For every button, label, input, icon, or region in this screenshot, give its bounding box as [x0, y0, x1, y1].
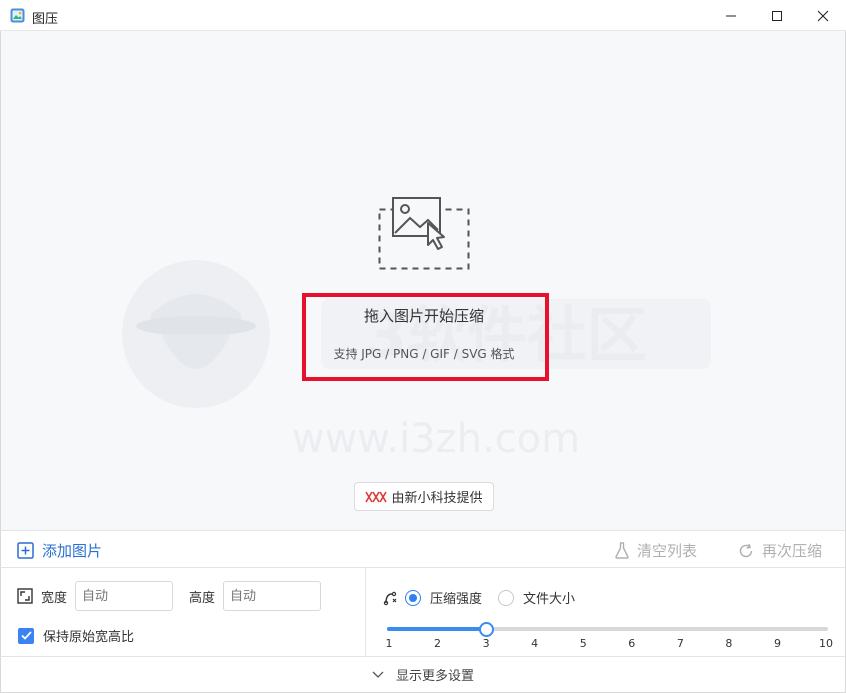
checkmark-icon: [20, 631, 32, 640]
minimize-icon: [726, 15, 736, 16]
chevron-down-icon: [372, 671, 384, 678]
slider-tick-label: 10: [819, 637, 833, 650]
compress-mode-group: 压缩强度 文件大小: [383, 588, 575, 607]
slider-tick-label: 8: [725, 637, 733, 650]
add-image-button[interactable]: 添加图片: [17, 540, 102, 561]
panel-divider: [365, 568, 366, 656]
show-more-label: 显示更多设置: [395, 669, 474, 684]
width-label: 宽度: [41, 590, 68, 606]
compress-strength-slider[interactable]: [387, 622, 828, 638]
slider-tick-label: 4: [531, 637, 539, 650]
slider-thumb[interactable]: [479, 622, 495, 637]
recompress-label: 再次压缩: [762, 542, 823, 560]
clear-list-button[interactable]: 清空列表: [615, 540, 697, 561]
window-title: 图压: [32, 12, 59, 27]
slider-tick-label: 9: [773, 637, 781, 650]
dimension-row: 宽度 高度: [17, 581, 322, 611]
resize-icon: [17, 588, 33, 604]
flask-icon: [615, 542, 629, 559]
slider-fill: [387, 627, 487, 631]
slider-tick-label: 5: [579, 637, 587, 650]
settings-panel: 宽度 高度 保持原始宽高比 压缩强度 文件大小 1 2 3 4 5 6 7 8 9 10: [0, 568, 846, 656]
provider-label: 由新小科技提供: [391, 491, 483, 506]
maximize-icon: [772, 10, 782, 21]
image-drop-zone[interactable]: 3软件社区 www.i3zh.com 拖入图片开始压缩 支持 JPG / PNG…: [0, 31, 846, 530]
height-input[interactable]: [223, 581, 322, 611]
keep-ratio-option[interactable]: 保持原始宽高比: [18, 626, 134, 645]
drop-title: 拖入图片开始压缩: [363, 307, 484, 325]
image-upload-icon: [378, 197, 470, 270]
minimize-button[interactable]: [708, 0, 754, 31]
close-icon: [817, 10, 829, 21]
slider-tick-label: 7: [676, 637, 684, 650]
keep-ratio-checkbox[interactable]: [18, 627, 34, 644]
height-label: 高度: [189, 590, 216, 606]
close-button[interactable]: [800, 0, 846, 31]
show-more-settings-button[interactable]: 显示更多设置: [0, 656, 846, 693]
compress-strength-label[interactable]: 压缩强度: [430, 588, 482, 607]
supported-formats-text: 支持 JPG / PNG / GIF / SVG 格式: [333, 347, 515, 361]
provider-button[interactable]: 由新小科技提供: [354, 482, 494, 511]
maximize-button[interactable]: [754, 0, 800, 31]
slider-tick-label: 6: [628, 637, 636, 650]
add-square-icon: [17, 542, 34, 559]
file-size-radio[interactable]: [498, 589, 515, 606]
slider-tick-label: 1: [385, 637, 393, 650]
app-icon: [10, 8, 25, 23]
path-icon: [383, 591, 397, 605]
xinxiao-logo-icon: [365, 491, 388, 502]
title-bar: 图压: [0, 0, 846, 31]
compress-strength-radio[interactable]: [405, 589, 421, 606]
slider-tick-label: 3: [482, 637, 490, 650]
file-size-label[interactable]: 文件大小: [523, 588, 575, 607]
slider-tick-label: 2: [434, 637, 442, 650]
refresh-icon: [739, 543, 753, 557]
recompress-button[interactable]: 再次压缩: [738, 540, 822, 561]
action-bar: 添加图片 清空列表 再次压缩: [0, 530, 846, 568]
watermark-url: www.i3zh.com: [292, 416, 580, 462]
keep-ratio-label: 保持原始宽高比: [43, 630, 135, 645]
clear-list-label: 清空列表: [637, 542, 698, 560]
width-input[interactable]: [75, 581, 174, 611]
add-image-label: 添加图片: [42, 542, 103, 560]
